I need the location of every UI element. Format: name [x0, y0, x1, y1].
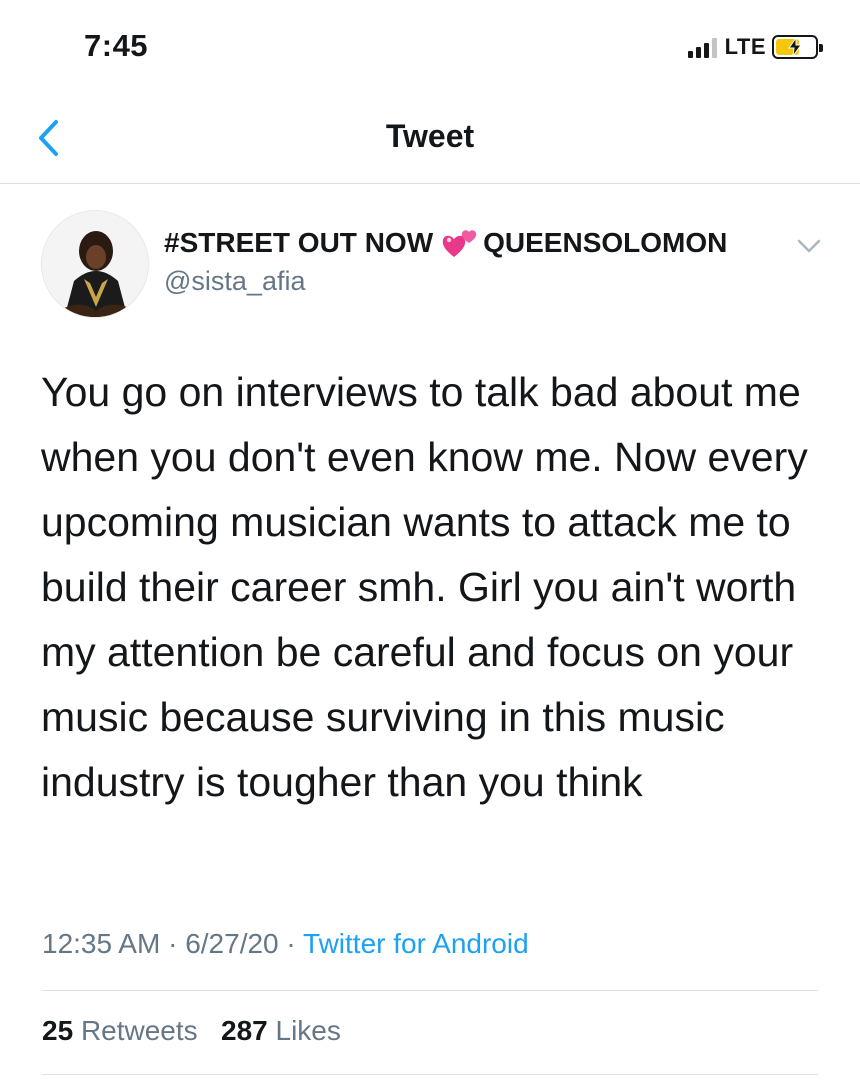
display-name-part2: QUEENSOLOMON: [483, 227, 728, 258]
tweet-text: You go on interviews to talk bad about m…: [41, 369, 808, 805]
tweet-time: 12:35 AM: [42, 928, 161, 959]
tweet-source-link[interactable]: Twitter for Android: [303, 928, 529, 959]
display-name-part1: #STREET OUT NOW: [164, 227, 434, 258]
tweet-stats: 25 Retweets 287 Likes: [42, 1015, 341, 1047]
charging-bolt-icon: [788, 38, 802, 56]
battery-icon: [772, 35, 823, 59]
retweets-stat[interactable]: 25 Retweets: [42, 1015, 205, 1046]
signal-icon: [687, 36, 717, 58]
status-bar: 7:45 LTE: [0, 0, 860, 96]
likes-count: 287: [221, 1015, 268, 1046]
user-handle[interactable]: @sista_afia: [164, 266, 305, 297]
tweet-header: #STREET OUT NOW QUEENSOLOMON @sista_afia: [0, 184, 860, 324]
tweet-metadata: 12:35 AM · 6/27/20 · Twitter for Android: [42, 928, 529, 960]
meta-separator: ·: [168, 928, 178, 959]
divider: [42, 1074, 818, 1075]
page-title: Tweet: [385, 118, 475, 154]
likes-stat[interactable]: 287 Likes: [221, 1015, 341, 1046]
display-name[interactable]: #STREET OUT NOW QUEENSOLOMON: [164, 226, 727, 260]
likes-label: Likes: [275, 1015, 341, 1046]
retweets-count: 25: [42, 1015, 74, 1046]
network-label: LTE: [724, 34, 766, 59]
chevron-down-icon[interactable]: [794, 232, 824, 258]
profile-photo: [42, 211, 148, 317]
retweets-label: Retweets: [80, 1015, 198, 1046]
status-indicators: LTE: [687, 33, 823, 61]
status-time: 7:45: [84, 28, 149, 63]
tweet-date: 6/27/20: [185, 928, 279, 959]
two-hearts-icon: [442, 230, 477, 257]
meta-separator: ·: [286, 928, 296, 959]
avatar[interactable]: [41, 210, 149, 318]
nav-bar: Tweet: [0, 96, 860, 184]
divider: [42, 990, 818, 991]
